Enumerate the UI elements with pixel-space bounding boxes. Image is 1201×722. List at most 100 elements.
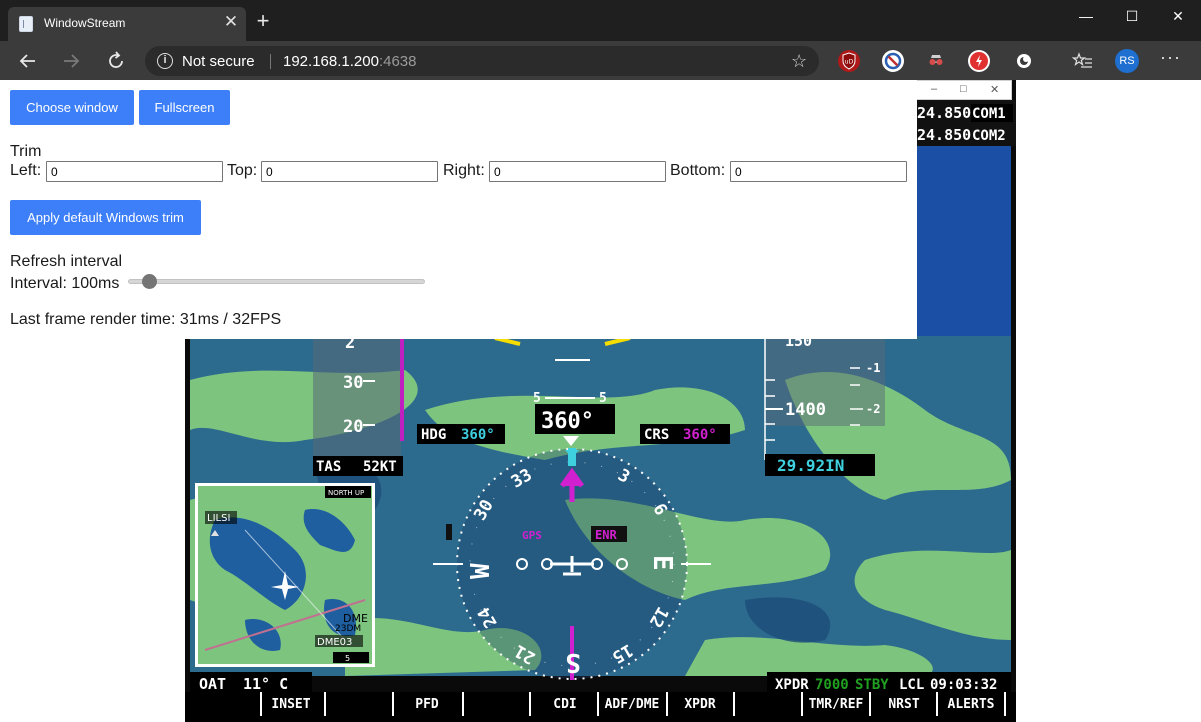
- trim-heading: Trim: [10, 143, 42, 160]
- com1-label: COM1: [972, 106, 1006, 122]
- refresh-icon[interactable]: [103, 48, 129, 74]
- tab-title: WindowStream: [44, 16, 126, 30]
- com1-frequency: 24.850: [917, 104, 971, 122]
- softkey-xpdr: XPDR: [684, 697, 715, 712]
- captured-close: ✕: [990, 84, 1000, 96]
- compass-south: S: [565, 647, 581, 677]
- compass-west: W: [466, 563, 496, 579]
- maximize-button[interactable]: ☐: [1109, 0, 1155, 32]
- forward-icon[interactable]: [58, 48, 84, 74]
- softkey-nrst: NRST: [888, 697, 919, 712]
- apply-default-trim-button[interactable]: Apply default Windows trim: [10, 200, 201, 235]
- trim-bottom-input[interactable]: [730, 161, 907, 182]
- map-range: 5: [345, 654, 350, 663]
- blocker-icon[interactable]: [882, 50, 904, 72]
- com2-frequency: 24.850: [917, 126, 971, 144]
- com-radios: 24.850 COM1 24.850 COM2: [912, 100, 1016, 146]
- tab-close-icon[interactable]: ✕: [222, 12, 240, 32]
- captured-maximize: □: [960, 83, 967, 95]
- browser-titlebar: WindowStream ✕ + — ☐ ✕: [0, 0, 1201, 41]
- trim-top-input[interactable]: [261, 161, 438, 182]
- softkey-tmr-ref: TMR/REF: [809, 697, 864, 712]
- hdg-value: 360°: [461, 427, 495, 443]
- map-waypoint: LILSI: [207, 513, 230, 524]
- info-icon[interactable]: i: [157, 53, 173, 69]
- altitude-tick-30: 30: [343, 373, 363, 393]
- speed-dial-icon[interactable]: [968, 50, 990, 72]
- lcl-label: LCL: [899, 677, 924, 693]
- map-dme-2: 23DM: [335, 624, 361, 634]
- favorite-star-icon[interactable]: ☆: [791, 51, 807, 72]
- xpdr-label: XPDR: [775, 677, 809, 693]
- pitch-mark-right: 5: [599, 391, 607, 406]
- page-icon: [19, 16, 33, 32]
- interval-label: Interval: 100ms: [10, 275, 120, 292]
- oat-value: 11° C: [243, 675, 288, 693]
- url-port: :4638: [378, 53, 417, 70]
- trim-right-label: Right:: [443, 162, 485, 179]
- baro-box: 29.92IN: [765, 454, 875, 476]
- trim-bottom-label: Bottom:: [670, 162, 726, 179]
- softkey-alerts: ALERTS: [948, 697, 995, 712]
- crs-bug-box: CRS 360°: [640, 424, 730, 444]
- gps-label: GPS: [522, 529, 542, 542]
- hdg-bug-box: HDG 360°: [417, 424, 505, 444]
- captured-minimize: –: [931, 83, 938, 95]
- close-window-button[interactable]: ✕: [1155, 0, 1201, 32]
- map-orientation: NORTH UP: [328, 489, 364, 497]
- tas-label: TAS: [316, 459, 341, 475]
- url-text[interactable]: 192.168.1.200:4638: [283, 53, 416, 70]
- more-menu-icon[interactable]: ···: [1160, 47, 1181, 68]
- browser-toolbar: i Not secure 192.168.1.200:4638 ☆ uD RS …: [0, 41, 1201, 80]
- xpdr-mode: STBY: [855, 677, 889, 693]
- altitude-tape: 2 30 20: [313, 333, 404, 456]
- lcl-time: 09:03:32: [930, 677, 997, 693]
- softkey-bar: INSET PFD CDI ADF/DME XPDR TMR/REF NRST …: [185, 692, 1016, 722]
- minimize-button[interactable]: —: [1063, 0, 1109, 32]
- profile-avatar[interactable]: RS: [1115, 49, 1139, 73]
- tas-value: 52KT: [363, 459, 397, 475]
- oat-label: OAT: [199, 675, 226, 693]
- trim-right-input[interactable]: [489, 161, 666, 182]
- vs-scale-minus1: -1: [866, 361, 880, 375]
- crs-value: 360°: [683, 427, 717, 443]
- omnibox-divider: [270, 54, 271, 69]
- enr-label: ENR: [595, 528, 617, 542]
- svg-text:uD: uD: [845, 59, 854, 66]
- vs-scale-minus2: -2: [866, 402, 880, 416]
- trim-left-input[interactable]: [46, 161, 223, 182]
- security-label[interactable]: Not secure: [182, 53, 255, 70]
- com2-label: COM2: [972, 128, 1006, 144]
- render-time-text: Last frame render time: 31ms / 32FPS: [10, 311, 282, 328]
- softkey-cdi: CDI: [553, 697, 576, 712]
- softkey-inset: INSET: [271, 697, 310, 712]
- trim-top-label: Top:: [227, 162, 258, 179]
- xpdr-code: 7000: [815, 677, 849, 693]
- hdg-label: HDG: [421, 427, 446, 443]
- baro-setting: 29.92IN: [777, 456, 844, 475]
- ublock-icon[interactable]: uD: [838, 50, 860, 72]
- favorites-icon[interactable]: [1071, 50, 1094, 72]
- browser-tab[interactable]: WindowStream ✕: [8, 7, 246, 41]
- spy-glasses-icon[interactable]: [925, 50, 947, 72]
- control-panel: Choose window Fullscreen Trim Left: Top:…: [0, 80, 917, 339]
- back-icon[interactable]: [15, 48, 41, 74]
- compass-east: E: [647, 555, 677, 571]
- softkey-adf-dme: ADF/DME: [605, 697, 660, 712]
- interval-slider-track[interactable]: [128, 279, 425, 284]
- choose-window-button[interactable]: Choose window: [10, 90, 134, 125]
- interval-slider-thumb[interactable]: [142, 274, 158, 289]
- vs-readout: 1400: [785, 400, 826, 420]
- softkey-pfd: PFD: [415, 697, 439, 712]
- fullscreen-button[interactable]: Fullscreen: [139, 90, 230, 125]
- new-tab-button[interactable]: +: [251, 10, 275, 34]
- heading-value: 360°: [541, 409, 594, 434]
- captured-window-controls: – □ ✕: [916, 80, 1012, 100]
- pitch-mark-left: 5: [533, 391, 541, 406]
- address-bar[interactable]: i Not secure 192.168.1.200:4638 ☆: [145, 46, 819, 76]
- trim-left-label: Left:: [10, 162, 42, 179]
- dark-mode-icon[interactable]: [1013, 50, 1035, 72]
- map-dme-3: DME03: [317, 637, 352, 648]
- url-host: 192.168.1.200: [283, 53, 379, 70]
- inset-map: NORTH UP LILSI DME 23DM DME03 5: [195, 483, 375, 667]
